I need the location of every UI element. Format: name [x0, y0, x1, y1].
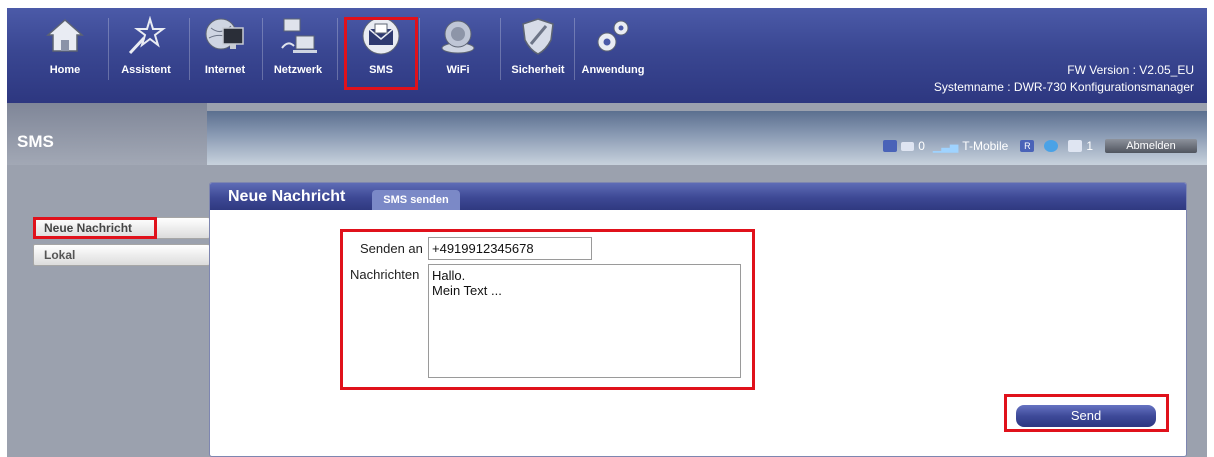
clients-icon	[1068, 140, 1083, 152]
system-name: Systemname : DWR-730 Konfigurationsmanag…	[933, 80, 1194, 94]
panel-title: Neue Nachricht	[228, 188, 346, 205]
nav-divider	[574, 18, 575, 80]
unread-sms-count: 0	[918, 139, 925, 153]
tab-sms-senden[interactable]: SMS senden	[372, 190, 460, 210]
status-bar: 0 ▁▃▅ T-Mobile R 1 Abmelden	[883, 138, 1197, 154]
envelope-icon	[901, 141, 915, 151]
nav-wifi-label: WiFi	[446, 64, 470, 76]
nav-divider	[337, 18, 338, 80]
fw-version: FW Version : V2.05_EU	[1067, 63, 1194, 77]
nav-home-label: Home	[49, 64, 81, 76]
globe-icon	[1044, 140, 1059, 152]
internet-icon	[203, 14, 247, 58]
sim-icon	[883, 140, 898, 152]
nav-assistent[interactable]: Assistent	[115, 12, 177, 86]
nav-anwendung-label: Anwendung	[581, 64, 645, 76]
wizard-icon	[124, 14, 168, 58]
nav-home[interactable]: Home	[39, 12, 91, 86]
nav-assistent-label: Assistent	[121, 64, 171, 76]
nav-divider	[500, 18, 501, 80]
nav-divider	[189, 18, 190, 80]
nav-wifi[interactable]: WiFi	[427, 12, 489, 86]
form-highlight-frame	[340, 229, 755, 390]
app-frame: Home Assistent Internet Netzwerk SMS WiF…	[7, 8, 1207, 457]
nav-sicherheit[interactable]: Sicherheit	[504, 12, 572, 86]
nav-netzwerk-label: Netzwerk	[273, 64, 323, 76]
nav-netzwerk[interactable]: Netzwerk	[267, 12, 329, 86]
signal-icon: ▁▃▅	[932, 140, 959, 153]
panel-header: Neue Nachricht SMS senden	[210, 183, 1186, 210]
shield-icon	[516, 14, 560, 58]
logout-button[interactable]: Abmelden	[1105, 139, 1197, 153]
network-icon	[276, 14, 320, 58]
connected-clients-count: 1	[1086, 139, 1093, 153]
nav-divider	[419, 18, 420, 80]
send-highlight-frame	[1004, 394, 1169, 432]
sidebar-highlight-frame	[33, 217, 157, 239]
section-title: SMS	[17, 132, 54, 151]
nav-internet-label: Internet	[204, 64, 246, 76]
operator-name: T-Mobile	[962, 139, 1009, 153]
sms-highlight-frame	[344, 17, 418, 90]
wifi-icon	[436, 14, 480, 58]
nav-divider	[108, 18, 109, 80]
nav-anwendung[interactable]: Anwendung	[577, 12, 649, 86]
top-navigation: Home Assistent Internet Netzwerk SMS WiF…	[7, 8, 1207, 103]
home-icon	[43, 14, 87, 58]
content-panel: Neue Nachricht SMS senden Senden an Nach…	[209, 182, 1187, 457]
nav-internet[interactable]: Internet	[196, 12, 254, 86]
nav-divider	[262, 18, 263, 80]
nav-sicherheit-label: Sicherheit	[511, 64, 565, 76]
sidebar-item-lokal[interactable]: Lokal	[33, 244, 215, 266]
gears-icon	[591, 14, 635, 58]
roaming-icon: R	[1020, 140, 1035, 152]
device-info: FW Version : V2.05_EU Systemname : DWR-7…	[934, 62, 1194, 96]
